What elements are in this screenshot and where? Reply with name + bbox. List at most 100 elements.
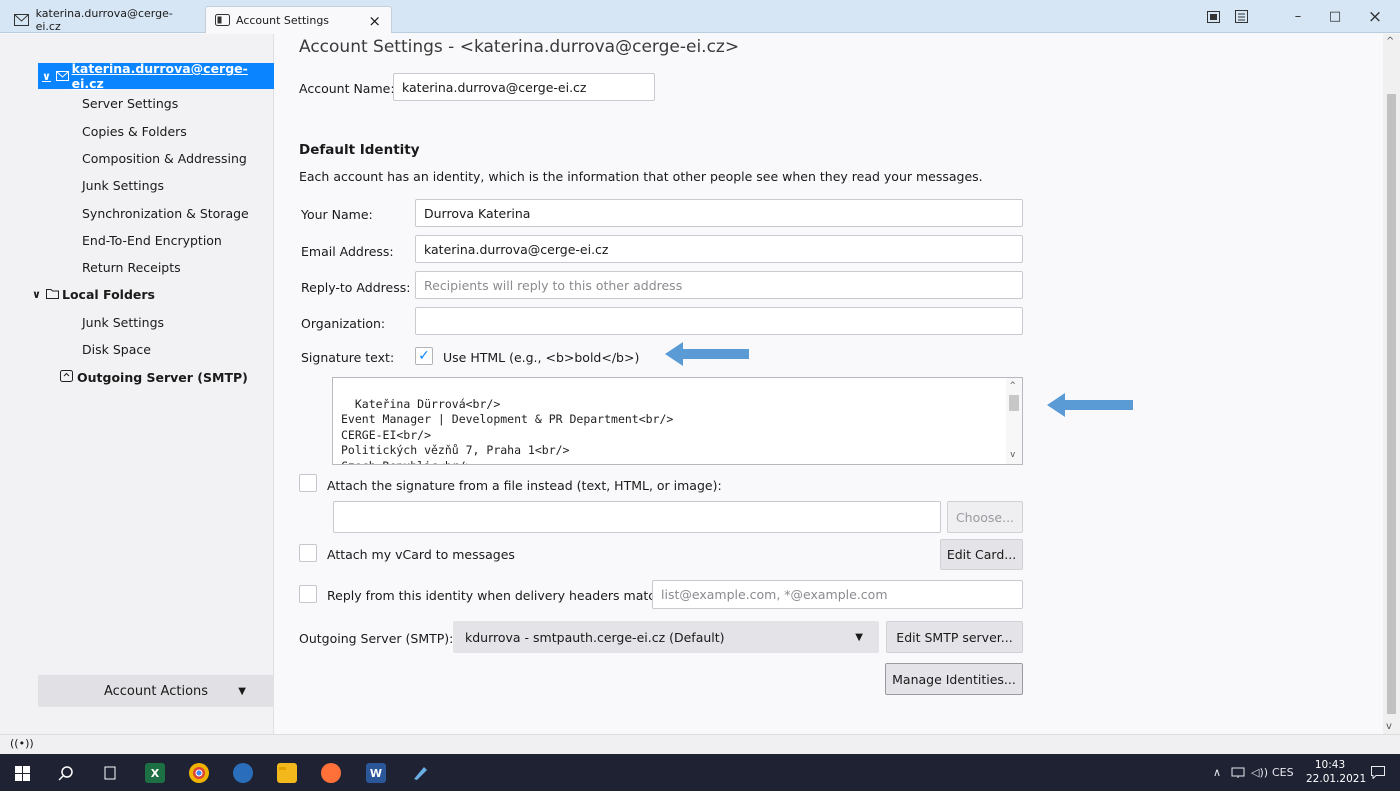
tab-bar: katerina.durrova@cerge-ei.cz Account Set…: [0, 0, 1400, 33]
identity-description: Each account has an identity, which is t…: [299, 169, 983, 184]
reply-identity-field[interactable]: list@example.com, *@example.com: [652, 580, 1023, 609]
signature-text: Kateřina Dürrová<br/> Event Manager | De…: [341, 396, 674, 465]
sidebar-local-folders[interactable]: ∨ Local Folders: [0, 281, 274, 307]
tab-mail-label: katerina.durrova@cerge-ei.cz: [35, 6, 173, 33]
smtp-label: Outgoing Server (SMTP):: [299, 631, 454, 646]
app-pen-icon[interactable]: [410, 763, 430, 783]
clock-date: 22.01.2021: [1306, 773, 1367, 785]
tab-mail[interactable]: katerina.durrova@cerge-ei.cz: [6, 6, 202, 33]
edit-card-button[interactable]: Edit Card...: [940, 539, 1023, 570]
windows-start-icon[interactable]: [12, 763, 32, 783]
page-title: Account Settings - <katerina.durrova@cer…: [299, 37, 740, 57]
email-label: Email Address:: [301, 244, 394, 259]
online-status-icon[interactable]: ((•)): [10, 737, 34, 750]
chevron-down-icon: ▼: [238, 685, 246, 697]
your-name-label: Your Name:: [301, 207, 373, 222]
email-field[interactable]: katerina.durrova@cerge-ei.cz: [415, 235, 1023, 263]
main-scroll-thumb[interactable]: [1387, 94, 1396, 714]
notifications-icon[interactable]: [1371, 754, 1385, 791]
envelope-icon: [55, 69, 69, 84]
reply-identity-checkbox[interactable]: [299, 585, 317, 603]
chevron-up-icon[interactable]: ^: [1386, 36, 1394, 47]
signature-file-field[interactable]: [333, 501, 941, 533]
search-icon[interactable]: [56, 763, 76, 783]
sidebar-item-disk-space[interactable]: Disk Space: [0, 336, 274, 362]
language-indicator[interactable]: CES: [1272, 754, 1294, 791]
attach-signature-checkbox[interactable]: [299, 474, 317, 492]
chevron-down-icon: ▼: [855, 631, 863, 643]
tray-chevron-up-icon[interactable]: ∧: [1213, 754, 1221, 791]
windows-taskbar: X W ∧ ◁)) CES 10:43 22.01.2021: [0, 754, 1400, 791]
file-explorer-icon[interactable]: [277, 763, 297, 783]
account-actions-label: Account Actions: [103, 683, 209, 699]
reply-identity-label: Reply from this identity when delivery h…: [327, 588, 668, 603]
calendar-icon[interactable]: [1200, 0, 1226, 33]
folder-icon: [46, 287, 59, 302]
sidebar-item-server-settings[interactable]: Server Settings: [0, 90, 274, 116]
chevron-down-icon[interactable]: v: [1386, 721, 1392, 732]
close-window-button[interactable]: ×: [1360, 0, 1390, 33]
settings-tab-icon: [214, 14, 230, 27]
attach-signature-label: Attach the signature from a file instead…: [327, 478, 722, 493]
edit-smtp-button[interactable]: Edit SMTP server...: [886, 621, 1023, 653]
sidebar-item-local-junk[interactable]: Junk Settings: [0, 309, 274, 335]
firefox-icon[interactable]: [321, 763, 341, 783]
mail-tab-icon: [14, 13, 30, 26]
sidebar-item-sync[interactable]: Synchronization & Storage: [0, 200, 274, 226]
tab-account-settings[interactable]: Account Settings ×: [205, 6, 392, 33]
choose-button[interactable]: Choose...: [947, 501, 1023, 533]
checkmark-icon: ✓: [418, 348, 430, 364]
tasks-icon[interactable]: [1228, 0, 1254, 33]
vcard-label: Attach my vCard to messages: [327, 547, 515, 562]
tab-account-settings-label: Account Settings: [236, 13, 330, 27]
network-icon[interactable]: [1231, 754, 1245, 791]
sidebar-account[interactable]: ∨ katerina.durrova@cerge-ei.cz: [38, 61, 274, 91]
clock-time: 10:43: [1314, 759, 1346, 771]
task-view-icon[interactable]: [100, 763, 120, 783]
tab-close-icon[interactable]: ×: [368, 12, 381, 30]
maximize-button[interactable]: □: [1320, 0, 1350, 33]
manage-identities-button[interactable]: Manage Identities...: [885, 663, 1023, 695]
smtp-select-value: kdurrova - smtpauth.cerge-ei.cz (Default…: [465, 629, 725, 645]
word-icon[interactable]: W: [366, 763, 386, 783]
chevron-up-icon[interactable]: ^: [1010, 379, 1015, 395]
outgoing-server-icon: [60, 369, 73, 385]
reply-to-field[interactable]: Recipients will reply to this other addr…: [415, 271, 1023, 299]
arrow-left-icon: [665, 342, 749, 366]
organization-label: Organization:: [301, 316, 386, 331]
account-name-field[interactable]: katerina.durrova@cerge-ei.cz: [393, 73, 655, 101]
organization-field[interactable]: [415, 307, 1023, 335]
chevron-down-icon[interactable]: ∨: [42, 70, 56, 83]
chevron-down-icon[interactable]: ∨: [32, 288, 46, 301]
default-identity-heading: Default Identity: [299, 142, 420, 158]
sidebar-outgoing-label: Outgoing Server (SMTP): [77, 369, 248, 385]
vcard-checkbox[interactable]: [299, 544, 317, 562]
volume-icon[interactable]: ◁)): [1251, 754, 1268, 791]
sidebar-local-folders-label: Local Folders: [62, 286, 155, 302]
sidebar-item-junk[interactable]: Junk Settings: [0, 172, 274, 198]
thunderbird-icon[interactable]: [233, 763, 253, 783]
scroll-thumb[interactable]: [1009, 395, 1019, 411]
chrome-icon[interactable]: [189, 763, 209, 783]
main-scrollbar[interactable]: ^ v: [1383, 34, 1400, 734]
sidebar-item-composition[interactable]: Composition & Addressing: [0, 145, 274, 171]
use-html-checkbox[interactable]: ✓: [415, 347, 433, 365]
sidebar-account-label: katerina.durrova@cerge-ei.cz: [71, 61, 248, 91]
minimize-button[interactable]: –: [1283, 0, 1313, 33]
reply-to-label: Reply-to Address:: [301, 280, 411, 295]
status-bar: ((•)): [0, 734, 1400, 754]
account-actions-button[interactable]: Account Actions ▼: [38, 675, 274, 707]
excel-icon[interactable]: X: [145, 763, 165, 783]
signature-label: Signature text:: [301, 350, 395, 365]
sidebar-item-receipts[interactable]: Return Receipts: [0, 254, 274, 280]
use-html-label: Use HTML (e.g., <b>bold</b>): [443, 350, 640, 365]
signature-scrollbar[interactable]: ^ v: [1006, 378, 1022, 464]
smtp-select[interactable]: kdurrova - smtpauth.cerge-ei.cz (Default…: [453, 621, 879, 653]
chevron-down-icon[interactable]: v: [1010, 448, 1015, 464]
signature-textarea[interactable]: Kateřina Dürrová<br/> Event Manager | De…: [332, 377, 1023, 465]
sidebar-outgoing-server[interactable]: Outgoing Server (SMTP): [0, 364, 274, 390]
your-name-field[interactable]: Durrova Katerina: [415, 199, 1023, 227]
sidebar-item-e2e[interactable]: End-To-End Encryption: [0, 227, 274, 253]
clock[interactable]: 10:43 22.01.2021: [1306, 758, 1367, 786]
sidebar-item-copies-folders[interactable]: Copies & Folders: [0, 118, 274, 144]
